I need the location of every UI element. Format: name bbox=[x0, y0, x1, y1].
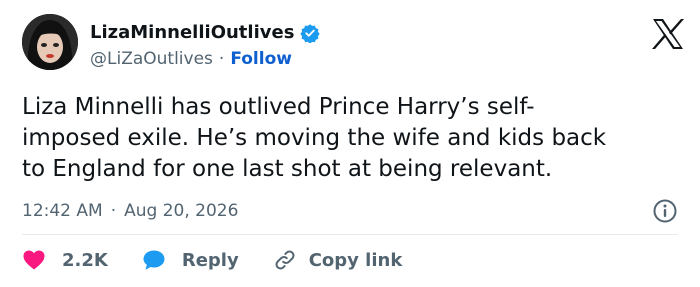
follow-button[interactable]: Follow bbox=[230, 48, 292, 70]
avatar[interactable] bbox=[22, 14, 78, 70]
tweet-header: LizaMinnelliOutlives @LiZaOutlives · Fol… bbox=[22, 14, 682, 74]
copy-link-button[interactable]: Copy link bbox=[273, 248, 403, 272]
tweet-actions: 2.2K Reply Copy link bbox=[22, 246, 402, 274]
heart-icon bbox=[23, 250, 45, 270]
name-row: LizaMinnelliOutlives bbox=[90, 22, 321, 44]
tweet-card: LizaMinnelliOutlives @LiZaOutlives · Fol… bbox=[0, 0, 700, 287]
x-logo-icon[interactable] bbox=[648, 14, 688, 54]
author-handle[interactable]: @LiZaOutlives bbox=[90, 48, 213, 70]
avatar-portrait-icon bbox=[22, 14, 78, 70]
verified-badge-icon bbox=[300, 24, 321, 43]
link-icon bbox=[275, 250, 295, 270]
info-icon[interactable] bbox=[652, 198, 678, 224]
tweet-text: Liza Minnelli has outlived Prince Harry’… bbox=[22, 94, 607, 182]
speech-bubble-icon bbox=[143, 250, 165, 270]
like-button[interactable]: 2.2K bbox=[22, 248, 108, 272]
tweet-meta: 12:42 AM · Aug 20, 2026 bbox=[22, 198, 678, 224]
tweet-date[interactable]: Aug 20, 2026 bbox=[124, 201, 238, 221]
copy-link-label: Copy link bbox=[308, 249, 403, 271]
display-name[interactable]: LizaMinnelliOutlives bbox=[90, 22, 294, 44]
handle-row: @LiZaOutlives · Follow bbox=[90, 48, 292, 70]
divider bbox=[22, 234, 678, 235]
tweet-time[interactable]: 12:42 AM bbox=[22, 201, 103, 221]
reply-label: Reply bbox=[181, 249, 239, 271]
reply-button[interactable]: Reply bbox=[142, 248, 239, 272]
handle-separator: · bbox=[218, 49, 225, 69]
meta-separator: · bbox=[110, 201, 117, 221]
like-count: 2.2K bbox=[62, 249, 108, 271]
